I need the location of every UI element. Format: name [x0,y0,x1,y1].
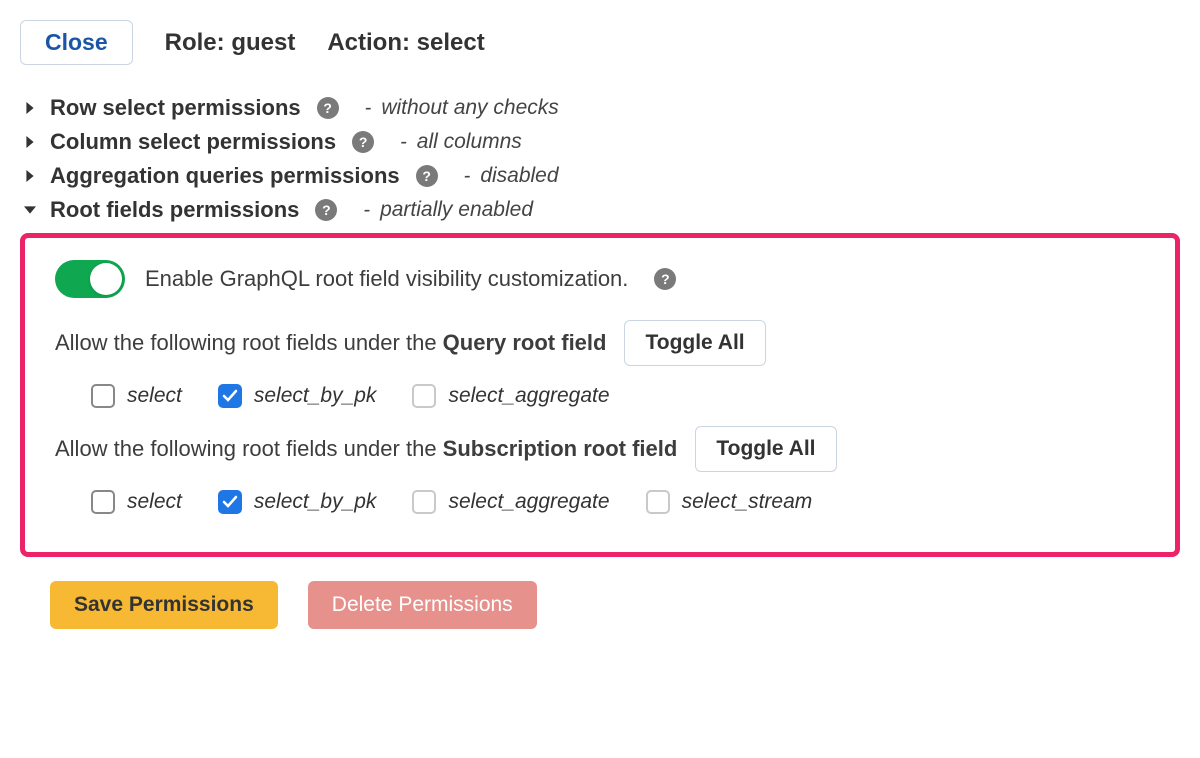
root-fields-status: partially enabled [380,198,533,222]
help-icon[interactable]: ? [654,268,676,290]
subscription-select-by-pk-label: select_by_pk [254,490,377,514]
footer-buttons: Save Permissions Delete Permissions [50,581,1180,629]
subscription-checkbox-row: select select_by_pk select_aggregate sel… [91,490,1145,514]
column-select-section[interactable]: Column select permissions ? - all column… [20,127,1180,157]
close-button[interactable]: Close [20,20,133,65]
query-subsection-text: Allow the following root fields under th… [55,330,606,356]
column-select-status: all columns [417,130,522,154]
subscription-select-item: select [91,490,182,514]
query-toggle-all-button[interactable]: Toggle All [624,320,765,366]
aggregation-title: Aggregation queries permissions [50,163,400,189]
root-fields-title: Root fields permissions [50,197,299,223]
delete-permissions-button[interactable]: Delete Permissions [308,581,537,629]
chevron-down-icon [20,204,40,216]
root-fields-panel: Enable GraphQL root field visibility cus… [20,233,1180,557]
query-checkbox-row: select select_by_pk select_aggregate [91,384,1145,408]
aggregation-section[interactable]: Aggregation queries permissions ? - disa… [20,161,1180,191]
role-label: Role: guest [165,29,296,57]
subscription-subsection: Allow the following root fields under th… [55,426,1145,472]
subscription-select-checkbox[interactable] [91,490,115,514]
subscription-select-aggregate-checkbox [412,490,436,514]
enable-toggle-row: Enable GraphQL root field visibility cus… [55,260,1145,298]
query-subsection: Allow the following root fields under th… [55,320,1145,366]
help-icon[interactable]: ? [416,165,438,187]
query-select-aggregate-item: select_aggregate [412,384,609,408]
subscription-select-aggregate-item: select_aggregate [412,490,609,514]
query-select-by-pk-checkbox[interactable] [218,384,242,408]
column-select-title: Column select permissions [50,129,336,155]
chevron-right-icon [20,170,40,182]
query-select-checkbox[interactable] [91,384,115,408]
subscription-select-stream-checkbox [646,490,670,514]
chevron-right-icon [20,136,40,148]
row-select-title: Row select permissions [50,95,301,121]
subscription-select-stream-item: select_stream [646,490,813,514]
save-permissions-button[interactable]: Save Permissions [50,581,278,629]
query-select-item: select [91,384,182,408]
subscription-toggle-all-button[interactable]: Toggle All [695,426,836,472]
enable-toggle[interactable] [55,260,125,298]
subscription-select-aggregate-label: select_aggregate [448,490,609,514]
help-icon[interactable]: ? [315,199,337,221]
subscription-select-stream-label: select_stream [682,490,813,514]
query-select-by-pk-label: select_by_pk [254,384,377,408]
toggle-knob [90,263,122,295]
help-icon[interactable]: ? [352,131,374,153]
root-fields-section[interactable]: Root fields permissions ? - partially en… [20,195,1180,225]
header: Close Role: guest Action: select [20,20,1180,65]
aggregation-status: disabled [480,164,558,188]
row-select-status: without any checks [381,96,558,120]
query-select-by-pk-item: select_by_pk [218,384,377,408]
chevron-right-icon [20,102,40,114]
subscription-select-by-pk-checkbox[interactable] [218,490,242,514]
enable-toggle-label: Enable GraphQL root field visibility cus… [145,266,628,292]
row-select-section[interactable]: Row select permissions ? - without any c… [20,93,1180,123]
query-select-label: select [127,384,182,408]
help-icon[interactable]: ? [317,97,339,119]
subscription-select-by-pk-item: select_by_pk [218,490,377,514]
subscription-select-label: select [127,490,182,514]
query-select-aggregate-checkbox [412,384,436,408]
subscription-subsection-text: Allow the following root fields under th… [55,436,677,462]
action-label: Action: select [327,29,484,57]
query-select-aggregate-label: select_aggregate [448,384,609,408]
